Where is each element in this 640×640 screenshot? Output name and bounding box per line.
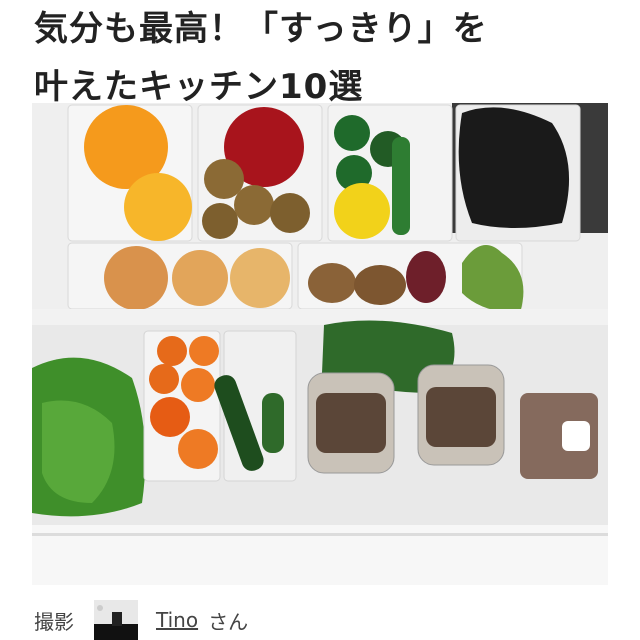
avatar-image [94,600,138,640]
fridge-photo-illustration [32,103,608,585]
credit-label: 撮影 [34,609,74,634]
fridge-drawer-photo[interactable] [32,103,608,585]
user-avatar[interactable] [94,600,138,640]
photo-credit: 撮影 Tino さん [34,600,594,640]
username-honorific: さん [208,609,249,634]
username-link[interactable]: Tino [156,608,198,632]
article-title: 気分も最高！「すっきり」を 叶えたキッチン10選 [34,0,624,116]
title-line-1: 気分も最高！「すっきり」を [34,9,488,49]
